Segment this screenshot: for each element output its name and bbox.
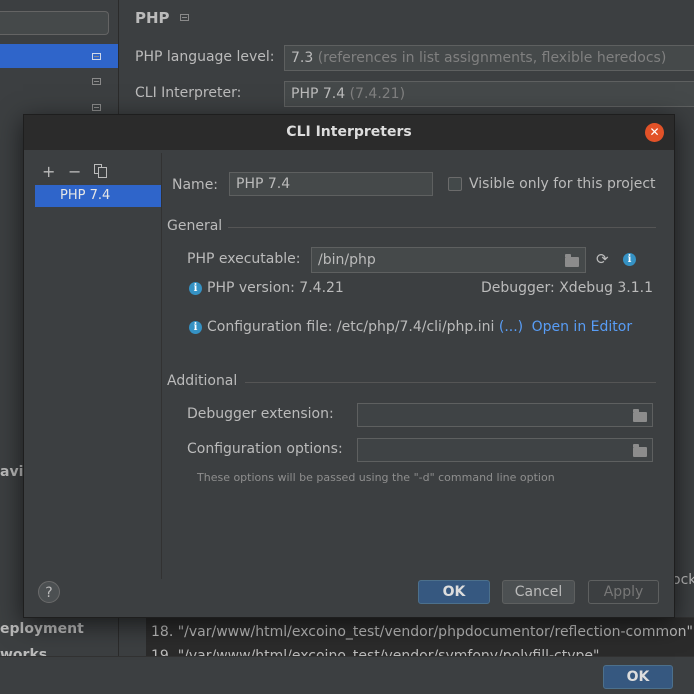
php-executable-label: PHP executable:: [187, 251, 301, 267]
debugger-text: Debugger: Xdebug 3.1.1: [481, 280, 654, 296]
additional-divider: [245, 382, 656, 383]
sidebar-item-deployment[interactable]: eployment: [0, 621, 84, 637]
remove-icon[interactable]: −: [68, 164, 81, 180]
name-field[interactable]: PHP 7.4: [229, 172, 433, 196]
config-file-more-link[interactable]: (...): [499, 319, 523, 335]
additional-section-title: Additional: [167, 373, 238, 389]
open-in-editor-link[interactable]: Open in Editor: [532, 319, 633, 335]
language-level-value: 7.3: [291, 50, 314, 66]
debugger-extension-field[interactable]: [357, 403, 653, 427]
list-icon: [92, 104, 101, 111]
info-icon: i: [189, 282, 202, 295]
config-file-text: Configuration file: /etc/php/7.4/cli/php…: [207, 319, 495, 335]
copy-icon[interactable]: [94, 164, 107, 178]
help-icon[interactable]: ?: [38, 581, 60, 603]
list-icon: [180, 14, 189, 21]
settings-bottom-bar: [0, 656, 694, 694]
php-version-text: PHP version: 7.4.21: [207, 280, 344, 296]
cli-interpreter-label: CLI Interpreter:: [135, 85, 242, 101]
cli-interpreters-dialog: CLI Interpreters ✕ + − PHP 7.4 Name: PHP…: [23, 114, 675, 618]
settings-ok-button[interactable]: OK: [603, 665, 673, 689]
add-icon[interactable]: +: [42, 164, 55, 180]
name-label: Name:: [172, 177, 219, 193]
visible-only-label: Visible only for this project: [469, 176, 656, 192]
visible-only-checkbox[interactable]: [448, 177, 462, 191]
sidebar-item-frameworks[interactable]: works: [0, 647, 47, 656]
language-level-label: PHP language level:: [135, 49, 275, 65]
configuration-options-hint: These options will be passed using the "…: [197, 471, 555, 484]
general-divider: [228, 227, 656, 228]
folder-icon[interactable]: [633, 409, 647, 422]
configuration-options-label: Configuration options:: [187, 441, 343, 457]
output-line: 19. "/var/www/html/excoino_test/vendor/s…: [151, 648, 600, 656]
output-line: 18. "/var/www/html/excoino_test/vendor/p…: [151, 624, 693, 640]
cli-interpreter-value: PHP 7.4: [291, 86, 346, 102]
close-icon[interactable]: ✕: [645, 123, 664, 142]
ok-button[interactable]: OK: [418, 580, 490, 604]
list-icon: [92, 53, 101, 60]
list-icon: [92, 78, 101, 85]
info-icon: i: [189, 321, 202, 334]
php-executable-value: /bin/php: [318, 252, 376, 268]
info-icon[interactable]: i: [623, 253, 636, 266]
page-title: PHP: [135, 9, 170, 27]
cli-interpreter-detail: (7.4.21): [349, 86, 406, 102]
folder-icon[interactable]: [633, 444, 647, 457]
folder-icon[interactable]: [565, 254, 579, 267]
debugger-extension-label: Debugger extension:: [187, 406, 334, 422]
settings-search-input[interactable]: [0, 11, 109, 35]
refresh-icon[interactable]: ⟳: [596, 252, 609, 267]
language-level-select[interactable]: 7.3 (references in list assignments, fle…: [284, 45, 694, 71]
interpreter-list-item-label: PHP 7.4: [60, 188, 111, 203]
dialog-title: CLI Interpreters: [286, 124, 412, 140]
config-file-row: Configuration file: /etc/php/7.4/cli/php…: [207, 319, 632, 335]
apply-button[interactable]: Apply: [588, 580, 659, 604]
php-executable-field[interactable]: /bin/php: [311, 247, 586, 273]
general-section-title: General: [167, 218, 223, 234]
output-partial-text: ock: [672, 572, 694, 588]
interpreter-list-panel: [34, 153, 162, 579]
configuration-options-field[interactable]: [357, 438, 653, 462]
language-level-detail: (references in list assignments, flexibl…: [317, 50, 667, 66]
cancel-button[interactable]: Cancel: [502, 580, 575, 604]
cli-interpreter-select[interactable]: PHP 7.4 (7.4.21): [284, 81, 694, 107]
